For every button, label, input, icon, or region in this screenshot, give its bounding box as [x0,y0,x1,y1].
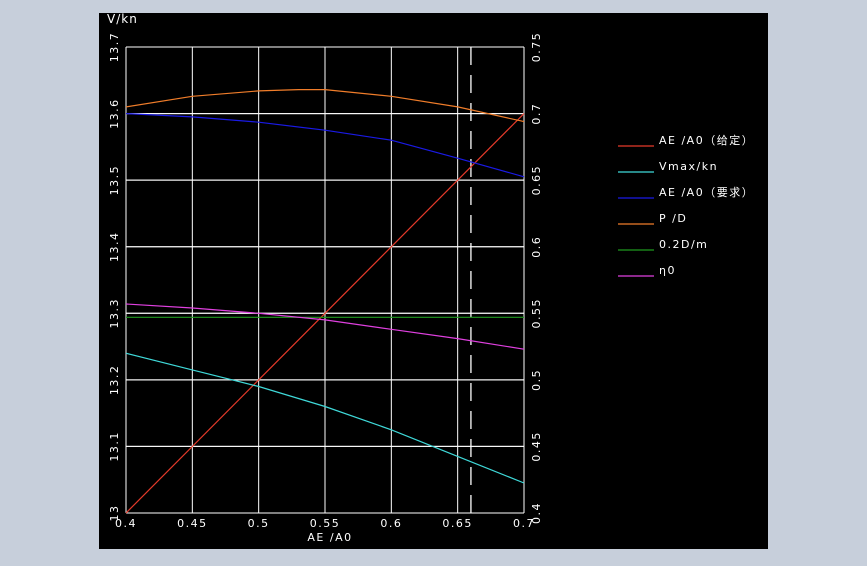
legend-label: AE /A0（要求） [659,186,754,199]
left-tick-label: 13.1 [108,431,121,462]
legend-label: η0 [659,264,676,277]
x-tick-label: 0.45 [177,517,208,530]
left-tick-label: 13.4 [108,231,121,262]
x-tick-label: 0.55 [310,517,341,530]
x-tick-label: 0.5 [248,517,270,530]
right-tick-label: 0.75 [530,32,543,63]
x-tick-label: 0.65 [442,517,473,530]
left-tick-label: 13.7 [108,32,121,63]
right-tick-label: 0.7 [530,103,543,125]
right-tick-label: 0.55 [530,298,543,329]
line-chart: 0.4 0.45 0.5 0.55 0.6 0.65 0.7 13 13.1 13.2 13.3 13… [99,12,768,549]
left-axis-label: V/kn [107,12,138,26]
left-tick-label: 13.3 [108,298,121,329]
legend-label: Vmax/kn [659,160,718,173]
left-tick-label: 13.2 [108,365,121,396]
right-tick-label: 0.45 [530,431,543,462]
right-tick-label: 0.5 [530,369,543,391]
x-tick-label: 0.6 [380,517,402,530]
right-tick-label: 0.4 [530,502,543,524]
legend-label: P /D [659,212,687,225]
legend-label: 0.2D/m [659,238,708,251]
left-tick-label: 13 [108,505,121,522]
plot-background [99,13,768,549]
x-axis-label: AE /A0 [307,531,352,544]
legend-label: AE /A0（给定） [659,133,754,147]
right-tick-label: 0.65 [530,165,543,196]
chart-window: 0.4 0.45 0.5 0.55 0.6 0.65 0.7 13 13.1 13.2 13.3 13… [0,0,867,566]
left-tick-label: 13.5 [108,165,121,196]
right-tick-label: 0.6 [530,236,543,258]
left-tick-label: 13.6 [108,98,121,129]
